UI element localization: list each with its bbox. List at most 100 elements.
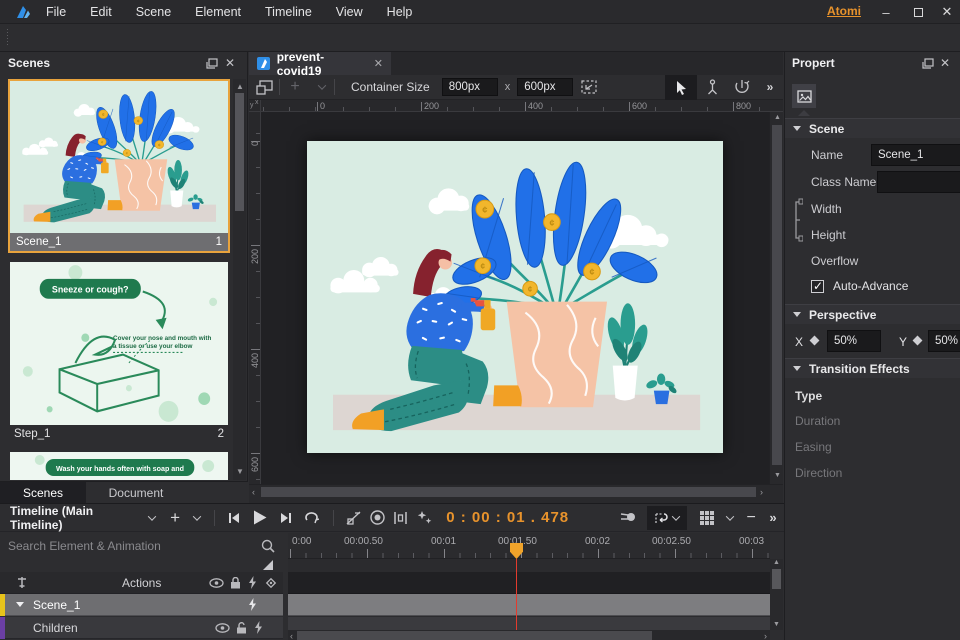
canvas-h-scrollbar[interactable]: ‹ › (249, 484, 783, 498)
tab-document[interactable]: Document (86, 482, 186, 504)
keyframe-range-button[interactable] (389, 504, 413, 532)
timeline-add-chevron[interactable] (186, 504, 208, 532)
scene1-duration-bar[interactable] (288, 594, 770, 616)
actions-lane[interactable] (288, 572, 770, 594)
close-panel-button[interactable]: ✕ (221, 55, 239, 71)
timeline-scroll-up-arrow[interactable]: ▲ (773, 559, 780, 566)
canvas-v-scrollbar-thumb[interactable] (772, 125, 782, 465)
loop-playback-button[interactable] (299, 504, 325, 532)
timeline-h-scrollbar-thumb[interactable] (297, 631, 652, 640)
scene1-expand-caret[interactable] (16, 602, 24, 607)
select-tool-button[interactable] (665, 74, 697, 100)
track-row-scene1[interactable]: Scene_1 (0, 593, 283, 616)
perspective-y-input[interactable]: 50% (928, 330, 960, 352)
scenes-scroll-up-arrow[interactable]: ▲ (236, 82, 244, 91)
play-button[interactable] (246, 504, 273, 532)
bolt-icon[interactable] (248, 576, 257, 589)
rotate-tool-button[interactable] (727, 75, 757, 100)
perspective-y-keyframe-icon[interactable] (912, 335, 923, 346)
close-window-button[interactable]: ✕ (934, 0, 960, 24)
container-height-input[interactable]: 600px (517, 78, 574, 96)
unlock-icon[interactable] (236, 621, 247, 634)
remove-track-button[interactable]: − (740, 504, 762, 532)
keyframe-diamond-icon[interactable] (265, 577, 277, 589)
scene-thumbnail-2[interactable]: Step_1 2 (10, 262, 228, 443)
scene-thumbnail-3[interactable] (10, 452, 228, 480)
link-width-height-icon[interactable] (793, 198, 803, 242)
fit-to-container-button[interactable] (573, 75, 605, 100)
responsive-mode-button[interactable] (249, 75, 279, 100)
section-header-transition[interactable]: Transition Effects (785, 358, 960, 378)
canvas-scroll-right-arrow[interactable]: › (760, 487, 763, 497)
timeline-search-input[interactable]: Search Element & Animation (8, 539, 261, 553)
float-properties-button[interactable] (919, 55, 937, 71)
timeline-overflow-button[interactable]: » (762, 504, 784, 532)
search-icon[interactable] (261, 539, 275, 553)
auto-advance-checkbox[interactable] (811, 279, 824, 293)
eye-icon[interactable] (209, 577, 224, 588)
maximize-button[interactable] (904, 0, 932, 24)
canvas-toolbar-overflow-button[interactable]: » (757, 75, 783, 100)
timeline-scroll-right-arrow[interactable]: › (764, 631, 767, 640)
menu-file[interactable]: File (34, 0, 78, 24)
bolt-icon[interactable] (254, 621, 263, 634)
menu-element[interactable]: Element (183, 0, 253, 24)
auto-keyframe-range-button[interactable] (365, 504, 389, 532)
scene-canvas[interactable] (307, 141, 723, 453)
go-to-start-button[interactable] (221, 504, 247, 532)
eye-icon[interactable] (215, 622, 230, 633)
timeline-ruler[interactable]: 0:00 00:00.50 00:01 00:01.50 00:02 00:02… (288, 533, 770, 559)
auto-keyframe-mode-button[interactable] (342, 504, 366, 532)
track-row-children[interactable]: Children (0, 616, 283, 639)
timeline-actions-row[interactable]: Actions (0, 572, 283, 594)
timeline-scroll-down-arrow[interactable]: ▼ (773, 621, 780, 628)
timeline-v-scrollbar[interactable]: ▲ ▼ (770, 559, 783, 630)
properties-tab-general[interactable] (792, 84, 816, 108)
section-header-scene[interactable]: Scene (785, 118, 960, 138)
float-panel-button[interactable] (203, 55, 221, 71)
timeline-grid-button[interactable] (695, 504, 721, 532)
collapse-column-handle[interactable] (263, 560, 273, 570)
container-dropdown-chevron[interactable] (310, 75, 334, 100)
timeline-scroll-left-arrow[interactable]: ‹ (290, 631, 293, 640)
container-width-input[interactable]: 800px (441, 78, 498, 96)
bolt-icon[interactable] (248, 598, 257, 611)
canvas-v-scrollbar[interactable]: ▲ ▼ (769, 112, 783, 484)
document-tab[interactable]: prevent-covid19 ✕ (249, 50, 391, 78)
go-to-end-button[interactable] (274, 504, 300, 532)
snapping-button[interactable] (646, 505, 687, 530)
canvas-scroll-down-arrow[interactable]: ▼ (774, 472, 781, 479)
document-tab-close-icon[interactable]: ✕ (374, 57, 383, 70)
name-input[interactable]: Scene_1 (871, 144, 960, 166)
timeline-v-scrollbar-thumb[interactable] (772, 569, 781, 589)
add-animation-button[interactable] (413, 504, 437, 532)
scenes-scroll-down-arrow[interactable]: ▼ (236, 467, 244, 476)
menu-edit[interactable]: Edit (78, 0, 124, 24)
perspective-x-input[interactable]: 50% (827, 330, 881, 352)
menu-timeline[interactable]: Timeline (253, 0, 324, 24)
menu-scene[interactable]: Scene (124, 0, 183, 24)
class-name-input[interactable] (877, 171, 960, 193)
scene-thumbnail-1[interactable]: Scene_1 1 (8, 79, 230, 253)
minimize-button[interactable]: – (872, 0, 900, 24)
grid-chevron[interactable] (720, 504, 740, 532)
add-container-button[interactable]: + (280, 75, 310, 100)
anchor-tool-button[interactable] (697, 75, 727, 100)
comet-trail-button[interactable] (615, 504, 641, 532)
menu-help[interactable]: Help (375, 0, 425, 24)
timeline-select-chevron[interactable] (141, 504, 165, 532)
canvas-scroll-up-arrow[interactable]: ▲ (774, 114, 781, 121)
tab-scenes[interactable]: Scenes (0, 481, 86, 504)
canvas-scroll-left-arrow[interactable]: ‹ (252, 487, 255, 497)
perspective-x-keyframe-icon[interactable] (809, 335, 820, 346)
brand-link[interactable]: Atomi (827, 4, 861, 18)
scenes-scrollbar-thumb[interactable] (235, 93, 244, 211)
canvas-h-scrollbar-thumb[interactable] (261, 486, 756, 497)
add-timeline-button[interactable]: + (164, 504, 186, 532)
scenes-scrollbar[interactable]: ▲ ▼ (233, 79, 246, 480)
section-header-perspective[interactable]: Perspective (785, 304, 960, 324)
timeline-h-scrollbar[interactable]: ‹ › (288, 630, 770, 640)
canvas-viewport[interactable] (261, 112, 769, 484)
lock-icon[interactable] (230, 576, 241, 589)
menu-view[interactable]: View (324, 0, 375, 24)
